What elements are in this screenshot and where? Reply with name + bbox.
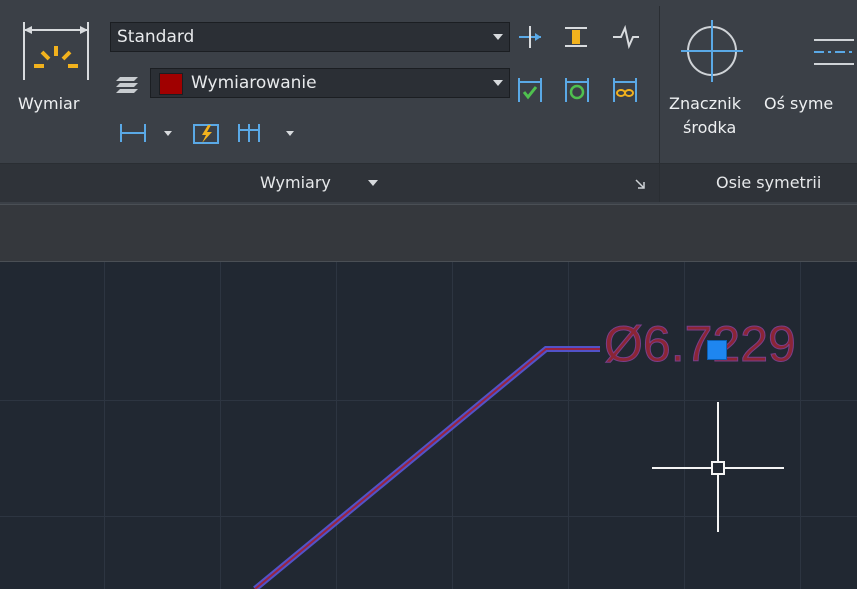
center-mark-button[interactable]: Znacznik środka <box>667 14 759 154</box>
centerline-icon <box>814 39 854 65</box>
chevron-down-icon <box>493 34 503 40</box>
dimensions-panel-title-button[interactable]: Wymiary <box>260 164 400 202</box>
file-tab-strip <box>0 204 857 262</box>
centerline-label: Oś syme <box>764 94 834 113</box>
reassociate-icon[interactable] <box>611 76 639 104</box>
continue-icon[interactable] <box>118 122 148 144</box>
chevron-down-icon <box>493 80 503 86</box>
crosshair-cursor-icon <box>652 402 784 532</box>
selection-grip[interactable] <box>707 340 727 360</box>
chevron-down-icon[interactable] <box>164 131 172 136</box>
baseline-icon[interactable] <box>236 122 270 144</box>
panel-divider <box>659 164 660 202</box>
layer-color-swatch <box>159 73 183 95</box>
check-icon[interactable] <box>516 76 544 104</box>
linear-dimension-icon <box>23 22 89 80</box>
center-mark-label-line1: Znacznik <box>669 94 741 113</box>
dim-style-value: Standard <box>117 27 195 47</box>
centerlines-panel-title[interactable]: Osie symetrii <box>716 164 821 202</box>
quick-dim-icon[interactable] <box>192 121 222 145</box>
jog-icon[interactable] <box>611 24 641 50</box>
dim-style-select[interactable]: Standard <box>110 22 510 52</box>
layer-value: Wymiarowanie <box>191 73 317 93</box>
dialog-launcher-icon[interactable] <box>634 178 646 190</box>
chevron-down-icon[interactable] <box>286 131 294 136</box>
dimension-text[interactable]: Ø6.7229 <box>604 314 797 374</box>
break-icon[interactable] <box>563 24 589 50</box>
center-mark-icon <box>681 20 743 82</box>
dimension-label: Wymiar <box>18 94 80 113</box>
center-mark-label-line2: środka <box>683 118 737 137</box>
ribbon: Wymiar Standard Wymiarowanie Znacznik śr… <box>0 0 857 204</box>
insert-space-icon[interactable] <box>517 24 543 50</box>
update-icon[interactable] <box>563 76 591 104</box>
dimension-button[interactable]: Wymiar <box>10 12 102 120</box>
layer-icon[interactable] <box>114 73 144 97</box>
ribbon-panel-titlebar: Wymiary Osie symetrii <box>0 163 857 202</box>
layer-select[interactable]: Wymiarowanie <box>150 68 510 98</box>
drawing-canvas[interactable]: Ø6.7229 <box>0 262 857 589</box>
chevron-down-icon <box>368 180 378 186</box>
centerline-button[interactable]: Oś syme <box>764 14 857 154</box>
dimensions-panel-title: Wymiary <box>260 173 331 192</box>
